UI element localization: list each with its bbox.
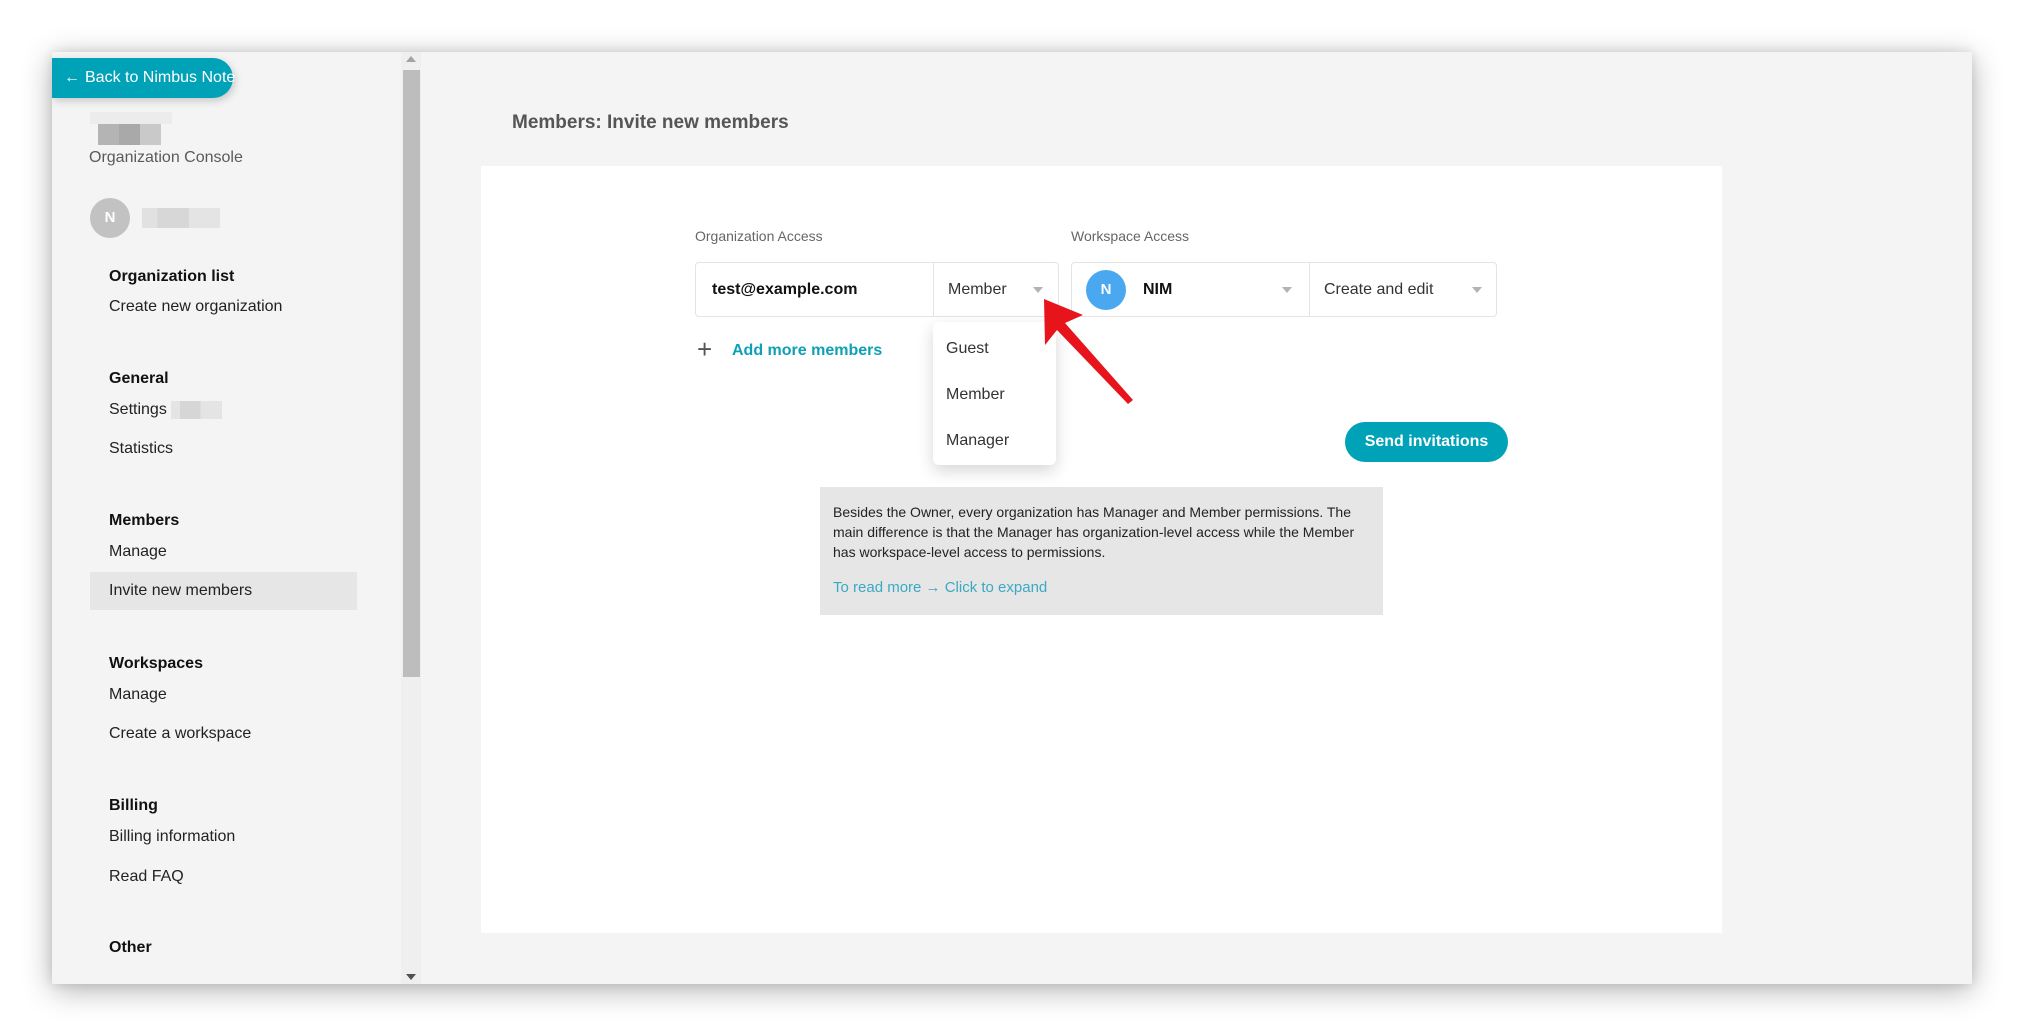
info-text: Besides the Owner, every organization ha…	[833, 504, 1355, 560]
sidebar-item-members-manage[interactable]: Manage	[90, 533, 357, 571]
nav-heading-general: General	[109, 370, 169, 387]
sidebar-item-statistics[interactable]: Statistics	[90, 430, 357, 468]
redacted-text	[170, 400, 222, 419]
chevron-down-icon	[1472, 287, 1482, 293]
permissions-info-box: Besides the Owner, every organization ha…	[820, 487, 1383, 615]
sidebar-item-read-faq[interactable]: Read FAQ	[90, 858, 357, 896]
send-invitations-button[interactable]: Send invitations	[1345, 422, 1508, 462]
sidebar-item-label: Read FAQ	[109, 868, 184, 885]
plus-icon: +	[697, 334, 713, 364]
permission-select-value: Create and edit	[1324, 281, 1434, 298]
role-select-value: Member	[948, 281, 1007, 298]
sidebar-item-label: Billing information	[109, 828, 236, 845]
back-to-nimbus-note-button[interactable]: ← Back to Nimbus Note	[52, 58, 236, 98]
dropdown-option-manager[interactable]: Manager	[933, 419, 1056, 463]
sidebar-item-label: Create a workspace	[109, 725, 252, 742]
back-button-label: Back to Nimbus Note	[85, 69, 236, 86]
add-more-members-label: Add more members	[732, 342, 883, 359]
app-window: ← Back to Nimbus Note Organization Consol…	[52, 52, 1972, 984]
sidebar-scrollbar[interactable]	[401, 52, 421, 984]
sidebar-item-label: Statistics	[109, 440, 174, 457]
sidebar-item-billing-information[interactable]: Billing information	[90, 818, 357, 856]
dropdown-option-guest[interactable]: Guest	[933, 327, 1056, 371]
sidebar-item-label: Manage	[109, 686, 167, 703]
workspace-access-group: N NIM Create and edit	[1071, 262, 1497, 317]
email-field[interactable]: test@example.com	[712, 263, 857, 316]
nav-heading-billing: Billing	[109, 797, 158, 814]
console-label: Organization Console	[89, 149, 243, 166]
page-title: Members: Invite new members	[512, 112, 789, 133]
nav-heading-workspaces: Workspaces	[109, 655, 203, 672]
nav-heading-organization-list[interactable]: Organization list	[109, 268, 234, 286]
sidebar-item-settings[interactable]: Settings	[90, 391, 357, 429]
sidebar-item-invite-new-members[interactable]: Invite new members	[90, 572, 357, 610]
scrollbar-thumb[interactable]	[403, 70, 420, 677]
sidebar-item-label: Manage	[109, 543, 167, 560]
nav-heading-members: Members	[109, 512, 180, 529]
sidebar-item-label: Invite new members	[109, 582, 253, 599]
workspace-avatar: N	[1086, 270, 1126, 310]
sidebar-item-create-new-organization[interactable]: Create new organization	[90, 288, 357, 326]
role-dropdown-menu: Guest Member Manager	[933, 322, 1056, 465]
chevron-down-icon	[1282, 287, 1292, 293]
role-select[interactable]: Member	[934, 263, 1059, 316]
scroll-down-icon[interactable]	[406, 974, 416, 980]
workspace-select[interactable]: N NIM	[1072, 263, 1309, 316]
sidebar-item-create-a-workspace[interactable]: Create a workspace	[90, 715, 357, 753]
user-avatar[interactable]: N	[90, 198, 130, 238]
sidebar-item-workspaces-manage[interactable]: Manage	[90, 676, 357, 714]
arrow-left-icon: ←	[64, 69, 80, 86]
nav-heading-other: Other	[109, 939, 152, 956]
sidebar: ← Back to Nimbus Note Organization Consol…	[52, 52, 401, 984]
workspace-select-value: NIM	[1143, 281, 1173, 298]
workspace-access-label: Workspace Access	[1071, 228, 1190, 244]
read-more-link[interactable]: To read more → Click to expand	[833, 578, 1370, 598]
scroll-up-icon[interactable]	[406, 56, 416, 62]
chevron-down-icon	[1033, 287, 1043, 293]
dropdown-option-member[interactable]: Member	[933, 373, 1056, 417]
organization-access-label: Organization Access	[695, 228, 823, 244]
permission-select[interactable]: Create and edit	[1310, 263, 1496, 316]
organization-access-group: test@example.com Member	[695, 262, 1059, 317]
sidebar-item-label: Settings	[109, 401, 167, 418]
user-name	[142, 208, 220, 228]
sidebar-item-label: Create new organization	[109, 298, 283, 315]
